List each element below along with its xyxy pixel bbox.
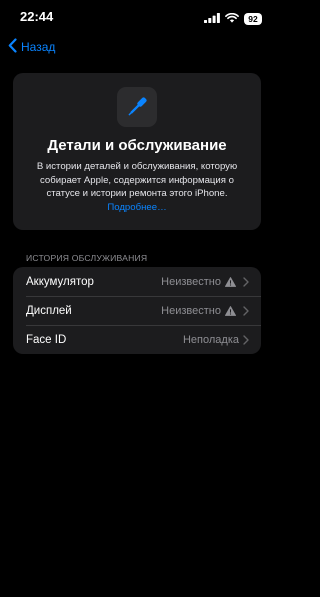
row-value: Неизвестно	[161, 275, 221, 288]
row-label: Аккумулятор	[26, 275, 94, 288]
back-label: Назад	[21, 40, 56, 54]
back-button[interactable]: Назад	[8, 38, 55, 56]
learn-more-link[interactable]: Подробнее…	[107, 202, 166, 213]
chevron-left-icon	[8, 38, 17, 56]
row-label: Дисплей	[26, 304, 72, 317]
list-item-battery[interactable]: Аккумулятор Неизвестно	[13, 267, 261, 296]
battery-icon: 92	[244, 13, 262, 25]
row-value: Неполадка	[182, 333, 239, 346]
service-history-list: Аккумулятор Неизвестно Дисплей Неизвестн…	[13, 267, 261, 354]
section-header: ИСТОРИЯ ОБСЛУЖИВАНИЯ	[26, 253, 148, 263]
parts-service-card: Детали и обслуживание В истории деталей …	[13, 73, 261, 230]
chevron-right-icon	[243, 334, 249, 345]
card-description-text: В истории деталей и обслуживания, котору…	[36, 161, 238, 199]
status-time: 22:44	[20, 9, 54, 24]
signal-icon	[204, 10, 220, 28]
chevron-right-icon	[243, 305, 249, 316]
status-icons: 92	[204, 10, 262, 28]
card-title: Детали и обслуживание	[47, 137, 227, 154]
row-value: Неизвестно	[161, 304, 221, 317]
card-description: В истории деталей и обслуживания, котору…	[27, 160, 247, 214]
chevron-right-icon	[243, 276, 249, 287]
row-label: Face ID	[26, 333, 67, 346]
wifi-icon	[225, 10, 239, 28]
list-item-display[interactable]: Дисплей Неизвестно	[13, 296, 261, 325]
list-item-face-id[interactable]: Face ID Неполадка	[13, 325, 261, 354]
warning-icon	[225, 305, 236, 316]
status-bar: 22:44 92	[0, 0, 275, 34]
screwdriver-icon	[117, 87, 157, 127]
warning-icon	[225, 276, 236, 287]
